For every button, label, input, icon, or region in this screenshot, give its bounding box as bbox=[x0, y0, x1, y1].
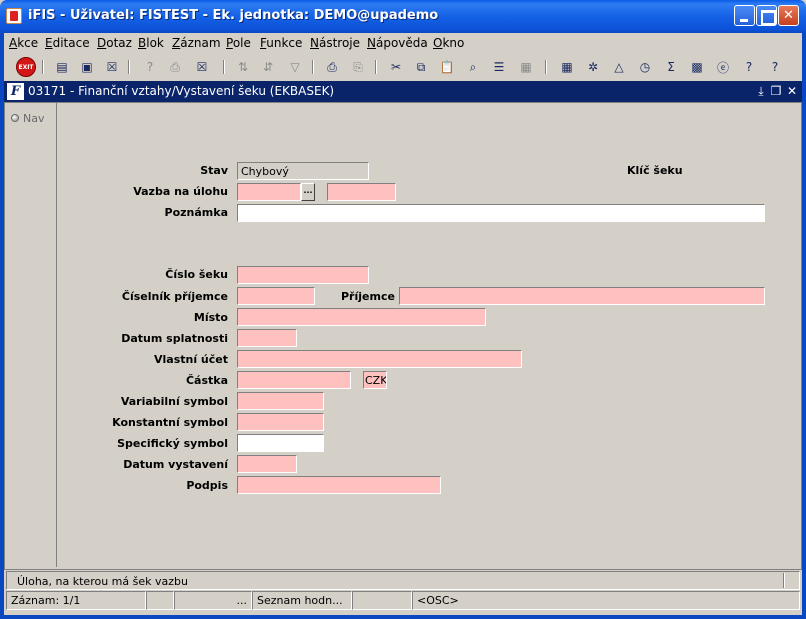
cislo-seku-field[interactable] bbox=[237, 266, 369, 284]
hint-bar: Úloha, na kterou má šek vazbu bbox=[6, 571, 800, 590]
label-vazba-na-ulohu: Vazba na úlohu bbox=[133, 185, 228, 198]
wheel-icon[interactable]: ✲ bbox=[583, 57, 603, 77]
currency-field[interactable]: CZK bbox=[363, 371, 387, 389]
record-counter: Záznam: 1/1 bbox=[6, 591, 146, 610]
help-question-icon[interactable]: ? bbox=[739, 57, 759, 77]
vazba-lov-button[interactable]: ... bbox=[301, 183, 315, 201]
clock-icon[interactable]: ◷ bbox=[635, 57, 655, 77]
datum-vystaveni-field[interactable] bbox=[237, 455, 297, 473]
nav-panel: Nav bbox=[5, 103, 57, 567]
form-minimize-icon[interactable]: ⤓ bbox=[754, 83, 768, 99]
internet-explorer-icon[interactable]: ⓔ bbox=[713, 57, 733, 77]
chart-icon[interactable]: △ bbox=[609, 57, 629, 77]
hint-text: Úloha, na kterou má šek vazbu bbox=[17, 575, 188, 588]
cut-icon[interactable]: ✂ bbox=[386, 57, 406, 77]
hint-bar-divider bbox=[783, 573, 785, 588]
close-window-button[interactable] bbox=[778, 5, 799, 26]
ifis-app-icon bbox=[6, 8, 22, 24]
menu-nastroje[interactable]: Nástroje bbox=[310, 36, 360, 50]
help-icon[interactable]: ? bbox=[765, 57, 785, 77]
label-variabilni-symbol: Variabilní symbol bbox=[120, 395, 228, 408]
label-datum-vystaveni: Datum vystavení bbox=[123, 458, 228, 471]
label-konstantni-symbol: Konstantní symbol bbox=[112, 416, 228, 429]
castka-field[interactable] bbox=[237, 371, 351, 389]
menu-akce[interactable]: Akce bbox=[9, 36, 38, 50]
filter-icon[interactable]: ▽ bbox=[285, 57, 305, 77]
sort-desc-icon[interactable]: ⇵ bbox=[258, 57, 278, 77]
label-datum-splatnosti: Datum splatnosti bbox=[121, 332, 228, 345]
list-values-indicator: Seznam hodn... bbox=[252, 591, 352, 610]
label-castka: Částka bbox=[185, 374, 228, 387]
status-bar: Záznam: 1/1 ... Seznam hodn... <OSC> bbox=[6, 591, 800, 610]
paste-icon[interactable]: 📋 bbox=[437, 57, 457, 77]
ciselnik-prijemce-field[interactable] bbox=[237, 287, 315, 305]
prijemce-field[interactable] bbox=[399, 287, 765, 305]
copy-icon[interactable]: ⧉ bbox=[411, 57, 431, 77]
misto-field[interactable] bbox=[237, 308, 486, 326]
konstantni-symbol-field[interactable] bbox=[237, 413, 324, 431]
maximize-button[interactable] bbox=[756, 5, 777, 26]
stav-field[interactable]: Chybový bbox=[237, 162, 369, 180]
minimize-button[interactable] bbox=[734, 5, 755, 26]
nav-label: Nav bbox=[23, 112, 45, 125]
print-icon[interactable]: ⎙ bbox=[322, 57, 342, 77]
label-stav: Stav bbox=[200, 164, 228, 177]
excel-icon[interactable]: ▩ bbox=[687, 57, 707, 77]
podpis-field[interactable] bbox=[237, 476, 441, 494]
menu-napoveda[interactable]: Nápověda bbox=[367, 36, 428, 50]
variabilni-symbol-field[interactable] bbox=[237, 392, 324, 410]
vlastni-ucet-field[interactable] bbox=[237, 350, 522, 368]
poznamka-field[interactable] bbox=[237, 204, 765, 222]
mode-indicator: <OSC> bbox=[412, 591, 800, 610]
form-app-icon: F bbox=[7, 83, 24, 100]
status-cell-2 bbox=[146, 591, 174, 610]
label-cislo-seku: Číslo šeku bbox=[165, 268, 228, 281]
form-close-icon[interactable]: ✕ bbox=[785, 83, 799, 99]
datum-splatnosti-field[interactable] bbox=[237, 329, 297, 347]
label-specificky-symbol: Specifický symbol bbox=[117, 437, 228, 450]
exit-icon[interactable]: EXIT bbox=[16, 57, 36, 77]
label-ciselnik-prijemce: Číselník příjemce bbox=[121, 290, 228, 303]
label-prijemce: Příjemce bbox=[341, 290, 395, 303]
menu-pole[interactable]: Pole bbox=[226, 36, 251, 50]
label-klic-seku: Klíč šeku bbox=[627, 164, 683, 177]
menu-okno[interactable]: Okno bbox=[433, 36, 464, 50]
sum-icon[interactable]: Σ bbox=[661, 57, 681, 77]
vazba-na-ulohu-field[interactable] bbox=[237, 183, 301, 201]
labels-column: Stav Vazba na úlohu Poznámka Číslo šeku … bbox=[60, 0, 228, 619]
sort-asc-icon[interactable]: ⇅ bbox=[233, 57, 253, 77]
specificky-symbol-field[interactable] bbox=[237, 434, 324, 452]
nav-radio-icon[interactable] bbox=[11, 114, 19, 122]
grid-icon[interactable]: ▦ bbox=[516, 57, 536, 77]
form-restore-icon[interactable]: ❐ bbox=[769, 83, 783, 99]
print-preview-icon[interactable]: ⎘ bbox=[348, 57, 368, 77]
label-poznamka: Poznámka bbox=[164, 206, 228, 219]
vazba-na-ulohu-field-2[interactable] bbox=[327, 183, 396, 201]
find-icon[interactable]: ⌕ bbox=[463, 57, 483, 77]
status-cell-5 bbox=[352, 591, 412, 610]
calculator-icon[interactable]: ▦ bbox=[557, 57, 577, 77]
frame-right bbox=[802, 80, 806, 619]
label-podpis: Podpis bbox=[186, 479, 228, 492]
label-misto: Místo bbox=[193, 311, 228, 324]
menu-funkce[interactable]: Funkce bbox=[260, 36, 302, 50]
list-icon[interactable]: ☰ bbox=[489, 57, 509, 77]
status-dots: ... bbox=[174, 591, 252, 610]
label-vlastni-ucet: Vlastní účet bbox=[153, 353, 228, 366]
